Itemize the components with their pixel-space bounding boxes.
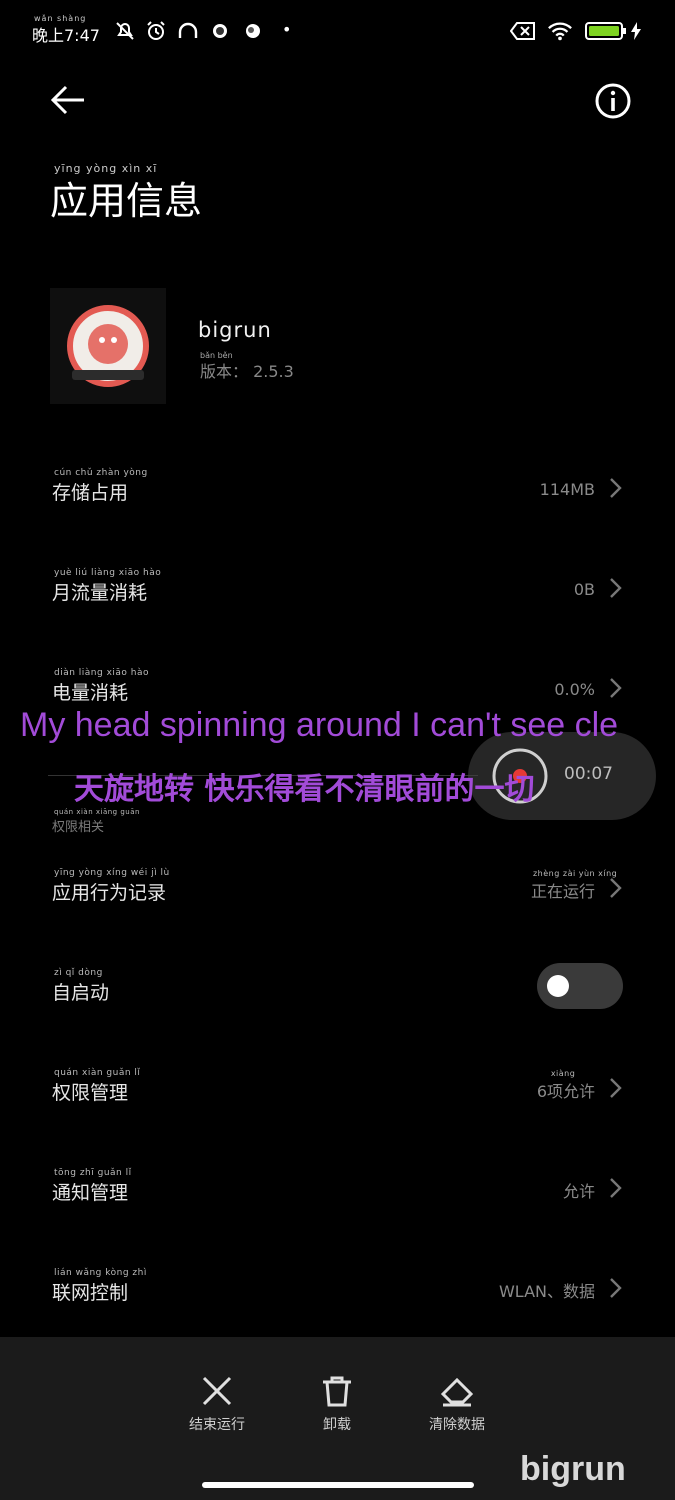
force-stop-button[interactable]: 结束运行 [172,1370,262,1440]
storage-value: 114MB [539,480,595,499]
battery-icon [584,18,630,44]
mute-bell-icon [112,18,138,44]
data-usage-label: yuè liú liàng xiāo hào 月流量消耗 [52,568,162,604]
floating-time: 00:07 [564,764,613,784]
back-arrow-icon [50,85,84,115]
app-behavior-value: zhèng zài yùn xíng 正在运行 [530,869,618,901]
app-icon [50,288,166,404]
network-control-row[interactable]: lián wǎng kòng zhì 联网控制 WLAN、数据 [0,1250,675,1326]
uninstall-label: 卸载 [323,1417,351,1433]
watermark-logo: bigrun [520,1450,626,1488]
toggle-knob [547,975,569,997]
data-usage-row[interactable]: yuè liú liàng xiāo hào 月流量消耗 0B [0,550,675,626]
battery-usage-value: 0.0% [554,680,595,699]
no-sim-icon [510,18,536,44]
network-control-label: lián wǎng kòng zhì 联网控制 [52,1268,147,1304]
chevron-right-icon [610,678,622,698]
battery-usage-label: diàn liàng xiāo hào 电量消耗 [52,668,150,704]
storage-row[interactable]: cún chǔ zhàn yòng 存储占用 114MB [0,450,675,526]
chevron-right-icon [610,1278,622,1298]
app-behavior-row[interactable]: yīng yòng xíng wéi jì lù 应用行为记录 zhèng zài… [0,850,675,926]
app-name: bigrun [198,318,272,342]
permission-manage-row[interactable]: quán xiàn guǎn lǐ 权限管理 xiàng 6项允许 [0,1050,675,1126]
permission-manage-label: quán xiàn guǎn lǐ 权限管理 [52,1068,141,1104]
autostart-toggle[interactable] [537,963,623,1009]
chevron-right-icon [610,578,622,598]
clear-data-button[interactable]: 清除数据 [412,1370,502,1440]
force-stop-label: 结束运行 [189,1417,245,1433]
chevron-right-icon [610,1078,622,1098]
alarm-icon [143,18,169,44]
wifi-icon [547,18,573,44]
eraser-icon [440,1377,474,1407]
headphones-icon [175,18,201,44]
notification-manage-value: 允许 [562,1182,595,1201]
close-icon [202,1376,232,1406]
autostart-label: zì qǐ dòng 自启动 [52,968,110,1004]
home-indicator[interactable] [202,1482,474,1488]
lyric-line-chinese: 天旋地转 快乐得看不清眼前的一切 [74,772,535,807]
clear-data-label: 清除数据 [429,1417,485,1433]
info-button[interactable] [594,82,632,120]
notification-manage-row[interactable]: tōng zhī guǎn lǐ 通知管理 允许 [0,1150,675,1226]
info-icon [595,83,631,119]
chevron-right-icon [610,878,622,898]
notification-manage-label: tōng zhī guǎn lǐ 通知管理 [52,1168,132,1204]
status-bar: wǎn shàng 晚上7:47 • [0,0,675,66]
data-usage-value: 0B [573,580,595,599]
storage-label: cún chǔ zhàn yòng 存储占用 [52,468,148,504]
status-time: 晚上7:47 [32,26,100,45]
trash-icon [323,1376,351,1407]
app-version: 版本： 2.5.3 [200,362,294,381]
charging-icon [628,18,644,44]
app-notification-icon [207,18,233,44]
app-behavior-label: yīng yòng xíng wéi jì lù 应用行为记录 [52,868,170,904]
page-title: 应用信息 [50,179,203,223]
lyric-line-english: My head spinning around I can't see cle [20,706,619,744]
section-title: quán xiàn xiāng guān 权限相关 [52,808,140,835]
app-notification-icon-2 [240,18,266,44]
chevron-right-icon [610,478,622,498]
network-control-value: WLAN、数据 [498,1282,595,1301]
uninstall-button[interactable]: 卸载 [292,1370,382,1440]
permission-manage-value: xiàng 6项允许 [536,1069,595,1101]
more-dot: • [282,20,292,39]
chevron-right-icon [610,1178,622,1198]
back-button[interactable] [48,82,88,118]
